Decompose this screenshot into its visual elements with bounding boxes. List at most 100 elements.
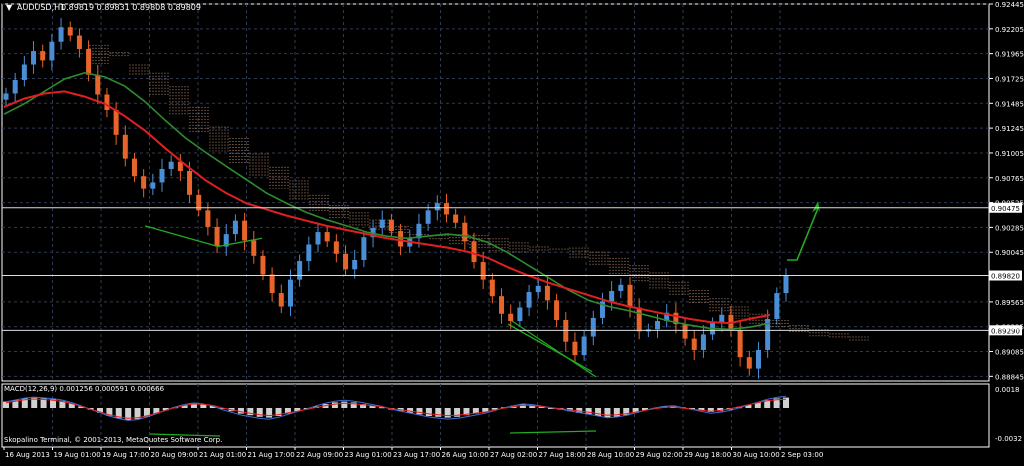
candle-body <box>572 341 578 356</box>
x-tick-label: 28 Aug 10:00 <box>587 451 634 459</box>
chart-symbol: AUDUSD,H1 <box>17 3 65 12</box>
candle-body <box>508 313 514 322</box>
price-axis: 0.92445 0.92205 0.91965 0.91725 0.91485 0.912… <box>989 1 1024 381</box>
candle-body <box>232 220 238 235</box>
ma-fast-line <box>3 71 771 331</box>
moving-averages <box>3 71 771 331</box>
candle-body <box>398 231 404 247</box>
macd-bar <box>331 402 338 408</box>
y-tick-label: 0.89085 <box>995 349 1024 357</box>
triangle-icon: ▼ <box>6 3 13 12</box>
candle-body <box>306 244 312 262</box>
y-tick-label: 0.92205 <box>995 26 1024 34</box>
candle-body <box>168 161 174 169</box>
time-axis: 16 Aug 2013 19 Aug 01:00 19 Aug 17:00 20 Au… <box>3 447 823 459</box>
x-tick-label: 23 Aug 17:00 <box>393 451 440 459</box>
candle-body <box>746 357 752 369</box>
candle-body <box>131 158 137 177</box>
y-tick-label: 0.90045 <box>995 249 1024 257</box>
candle-body <box>388 219 394 232</box>
candle-body <box>489 279 495 297</box>
x-tick-label: 23 Aug 01:00 <box>345 451 392 459</box>
x-tick-label: 2 Sep 03:00 <box>781 451 823 459</box>
candle-body <box>563 319 569 342</box>
x-tick-label: 20 Aug 09:00 <box>151 451 198 459</box>
candle-body <box>609 291 615 302</box>
y-tick-label: 0.90765 <box>995 175 1024 183</box>
candle-body <box>425 210 431 224</box>
macd-signal-line <box>5 398 787 419</box>
candle-body <box>287 279 293 307</box>
y-tick-label: 0.91725 <box>995 75 1024 83</box>
candle-body <box>755 349 761 369</box>
candle-body <box>40 51 46 61</box>
macd-bar <box>425 408 432 416</box>
candle-body <box>774 293 780 319</box>
candle-body <box>526 292 532 308</box>
candle-body <box>554 300 560 320</box>
candle-body <box>544 285 550 301</box>
candle-body <box>187 171 193 195</box>
candle-body <box>122 134 128 159</box>
candle-body <box>76 35 82 49</box>
candle-body <box>352 259 358 270</box>
macd-bar <box>604 408 611 418</box>
candle-body <box>324 232 330 242</box>
x-tick-label: 21 Aug 01:00 <box>199 451 246 459</box>
candle-body <box>581 336 587 356</box>
y-tick-label: 0.91005 <box>995 150 1024 158</box>
candle-body <box>636 307 642 332</box>
x-tick-label: 26 Aug 10:00 <box>442 451 489 459</box>
candle-body <box>269 274 275 294</box>
y-tick-label: 0.91965 <box>995 51 1024 59</box>
candle-body <box>86 48 92 75</box>
candle-body <box>150 182 156 189</box>
copyright-text: Skopalino Terminal, © 2001-2013, MetaQuo… <box>4 436 222 444</box>
candle-body <box>627 284 633 308</box>
macd-bar <box>416 408 423 415</box>
y-tick-label: 0.89565 <box>995 299 1024 307</box>
y-tick-label: 0.92445 <box>995 1 1024 9</box>
candle-body <box>49 41 55 61</box>
candle-body <box>655 321 661 330</box>
candle-body <box>242 220 248 241</box>
x-tick-label: 19 Aug 17:00 <box>102 451 149 459</box>
macd-bar <box>266 408 273 418</box>
candle-body <box>379 219 385 228</box>
candle-body <box>21 64 27 81</box>
candle-body <box>499 296 505 314</box>
candle-body <box>535 285 541 293</box>
candle-body <box>297 261 303 280</box>
chart-ohlc: 0.89819 0.89831 0.89808 0.89809 <box>61 3 201 12</box>
candle-body <box>205 210 211 227</box>
x-tick-label: 27 Aug 18:00 <box>539 451 586 459</box>
candle-body <box>104 94 110 111</box>
macd-bar <box>341 401 348 408</box>
macd-bar <box>595 408 602 416</box>
candle-body <box>361 237 367 260</box>
candle-body <box>517 307 523 322</box>
macd-axis-label: 0.0018 <box>995 386 1020 394</box>
candle-body <box>443 203 449 215</box>
macd-axis-label: -0.0032 <box>995 435 1022 443</box>
trendline <box>144 225 219 248</box>
candle-body <box>95 74 101 95</box>
candle-body <box>343 253 349 270</box>
y-tick-label: 0.91485 <box>995 100 1024 108</box>
candle-body <box>462 222 468 242</box>
candle-body <box>315 232 321 245</box>
candle-body <box>700 334 706 350</box>
candles <box>3 17 789 379</box>
y-tick-label: 0.91245 <box>995 125 1024 133</box>
candle-body <box>67 27 73 36</box>
candle-body <box>471 241 477 263</box>
y-tick-label: 0.90525 <box>995 200 1024 208</box>
candle-body <box>260 255 266 275</box>
x-tick-label: 16 Aug 2013 <box>5 451 50 459</box>
price-chart[interactable]: 0.904750.898200.89290 0.0018-0.0032 0.92… <box>0 0 1024 462</box>
chart-window: 0.90475 0.89820 0.89290 0.0018 -0.0032 0.92… <box>0 0 1024 462</box>
y-tick-label: 0.90285 <box>995 224 1024 232</box>
main-frame <box>1 3 990 382</box>
candle-body <box>58 27 64 42</box>
candle-body <box>214 226 220 247</box>
